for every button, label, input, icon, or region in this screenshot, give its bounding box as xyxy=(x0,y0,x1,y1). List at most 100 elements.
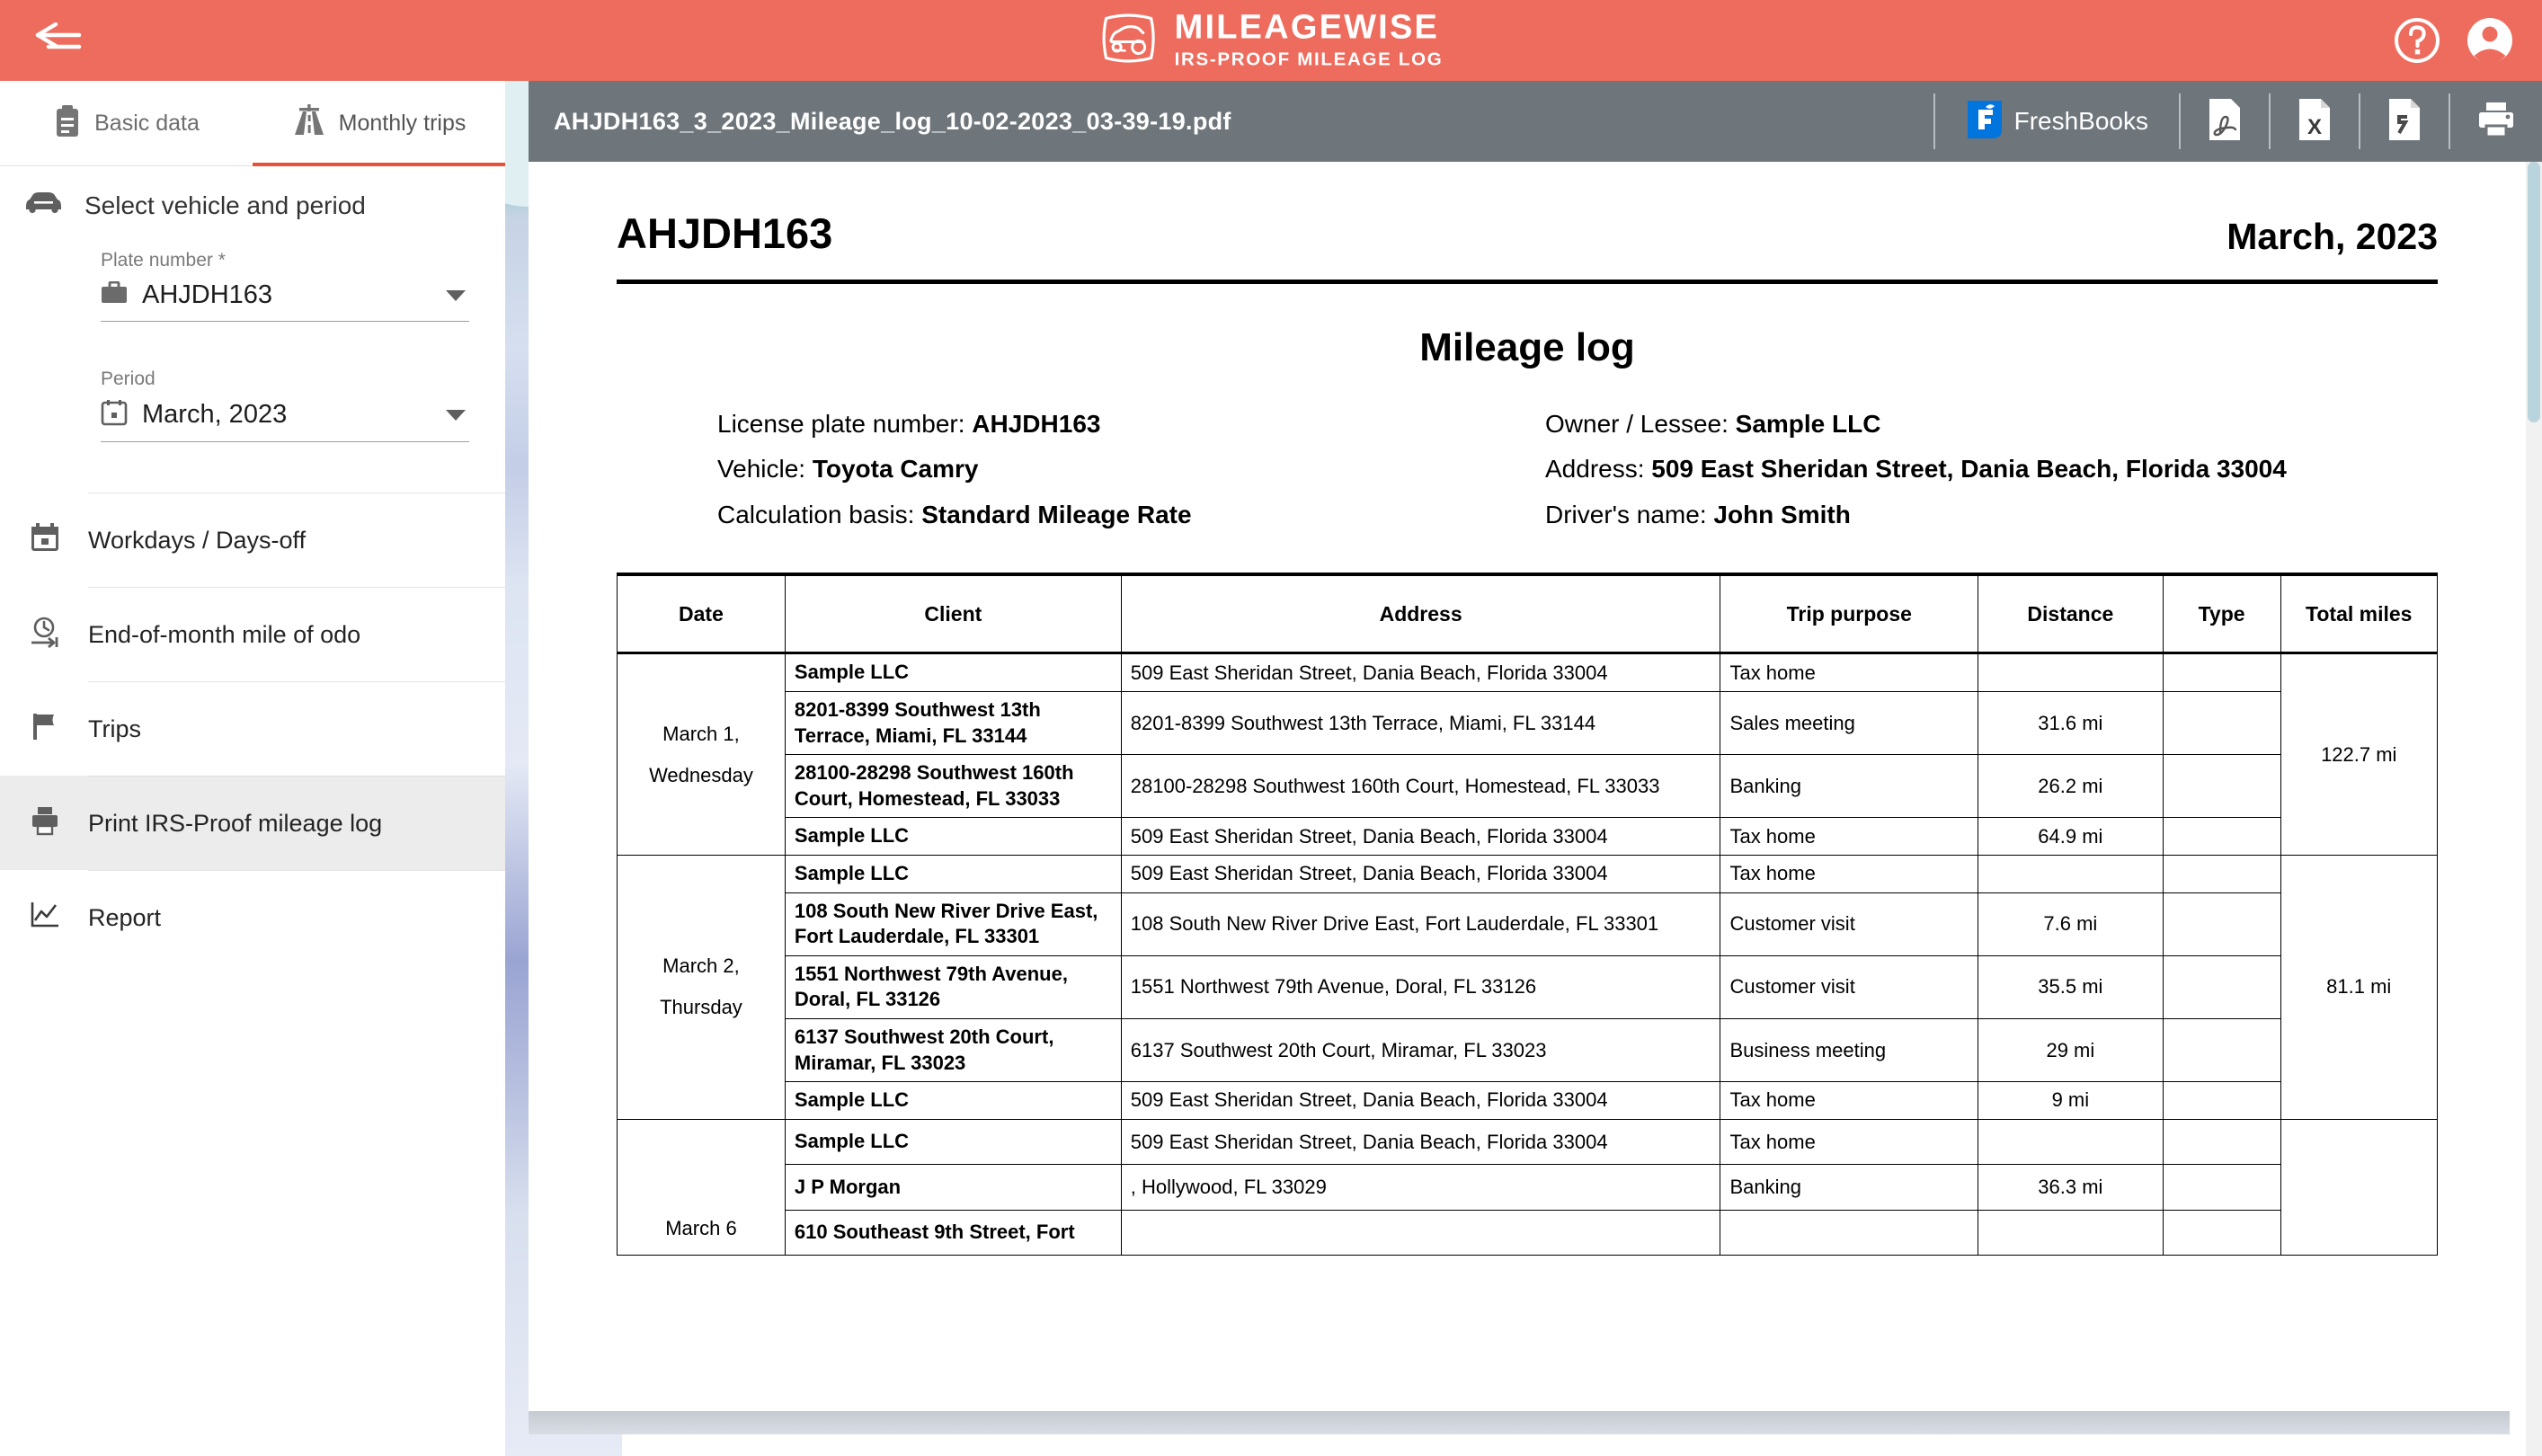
cell-type xyxy=(2162,754,2281,819)
period-field: Period March, 2023 xyxy=(101,360,469,442)
cell-purpose: Tax home xyxy=(1720,817,1979,856)
cell-total-miles: 122.7 mi xyxy=(2280,653,2439,856)
info-owner-label: Owner / Lessee: xyxy=(1545,410,1729,438)
sidebar-item-print-irs-proof-mileage-log[interactable]: Print IRS-Proof mileage log xyxy=(0,776,505,870)
cell-client: Sample LLC xyxy=(784,817,1122,856)
table-row: March 2, Thursday Sample LLC 509 East Sh… xyxy=(617,855,2439,1120)
document-info: License plate number: AHJDH163 Vehicle: … xyxy=(617,406,2438,542)
info-vehicle-value: Toyota Camry xyxy=(812,455,979,484)
cell-type xyxy=(2162,1118,2281,1166)
th-client: Client xyxy=(784,572,1122,655)
brand-subtitle: IRS-PROOF MILEAGE LOG xyxy=(1174,49,1444,70)
sidebar-item-end-of-month-odo[interactable]: End-of-month mile of odo xyxy=(0,587,505,681)
table-header-row: Date Client Address Trip purpose Distanc… xyxy=(617,572,2439,655)
date-line-2: Wednesday xyxy=(649,763,753,786)
flag-icon xyxy=(29,710,61,747)
sidebar-item-end-of-month-odo-label: End-of-month mile of odo xyxy=(88,587,505,681)
help-circle-icon[interactable] xyxy=(2393,16,2441,65)
table-row: 610 Southeast 9th Street, Fort xyxy=(618,1209,2438,1256)
cell-type xyxy=(2162,1164,2281,1211)
cell-total-miles: 81.1 mi xyxy=(2280,855,2439,1120)
chevron-down-icon xyxy=(446,289,466,301)
pdf-export-button[interactable] xyxy=(2179,93,2269,149)
table-row: March 6 Sample LLC 509 East Sheridan Str… xyxy=(617,1118,2439,1256)
th-type: Type xyxy=(2162,572,2281,655)
cell-distance xyxy=(1978,855,2164,893)
sidebar-tabs: Basic data Monthly trips xyxy=(0,81,505,166)
cell-client: Sample LLC xyxy=(784,855,1122,893)
cell-client: 610 Southeast 9th Street, Fort xyxy=(784,1209,1122,1256)
sidebar-item-trips-label: Trips xyxy=(88,681,505,776)
cell-client: J P Morgan xyxy=(784,1164,1122,1211)
cell-distance: 36.3 mi xyxy=(1978,1164,2164,1211)
table-row: Sample LLC 509 East Sheridan Street, Dan… xyxy=(618,817,2438,856)
cell-distance: 9 mi xyxy=(1978,1081,2164,1120)
back-arrow-icon[interactable] xyxy=(0,22,117,58)
plate-number-value: AHJDH163 xyxy=(142,280,273,309)
app-root: MILEAGEWISE IRS-PROOF MILEAGE LOG Basic … xyxy=(0,0,2542,1456)
tab-monthly-trips[interactable]: Monthly trips xyxy=(253,81,505,166)
sidebar-item-trips[interactable]: Trips xyxy=(0,681,505,776)
printer-icon xyxy=(29,804,61,841)
th-total-miles: Total miles xyxy=(2280,572,2439,655)
cell-address: 509 East Sheridan Street, Dania Beach, F… xyxy=(1120,1081,1721,1120)
cell-type xyxy=(2162,1017,2281,1083)
cell-distance: 31.6 mi xyxy=(1978,691,2164,756)
sidebar-menu: Workdays / Days-off End-of-month mile of… xyxy=(0,493,505,964)
account-circle-icon[interactable] xyxy=(2465,15,2515,66)
date-line-1: March 6 xyxy=(665,1217,737,1240)
highway-icon xyxy=(292,103,326,143)
cell-address: 509 East Sheridan Street, Dania Beach, F… xyxy=(1120,1118,1721,1166)
brand-logo: MILEAGEWISE IRS-PROOF MILEAGE LOG xyxy=(1099,9,1444,72)
pdf-toolbar-actions: FreshBooks X xyxy=(1933,81,2542,162)
table-row: Sample LLC 509 East Sheridan Street, Dan… xyxy=(618,1081,2438,1120)
pdf-toolbar: AHJDH163_3_2023_Mileage_log_10-02-2023_0… xyxy=(529,81,2542,162)
cell-purpose: Banking xyxy=(1720,754,1979,819)
info-owner-value: Sample LLC xyxy=(1735,410,1881,438)
date-line-1: March 1, xyxy=(662,722,740,745)
chart-line-icon xyxy=(29,899,61,936)
cell-purpose xyxy=(1720,1209,1979,1256)
cell-distance xyxy=(1978,1209,2164,1256)
info-address-value: 509 East Sheridan Street, Dania Beach, F… xyxy=(1651,455,2287,484)
calendar-icon xyxy=(101,399,128,431)
tab-basic-data[interactable]: Basic data xyxy=(0,81,253,165)
top-bar: MILEAGEWISE IRS-PROOF MILEAGE LOG xyxy=(0,0,2542,81)
car-icon xyxy=(23,190,63,221)
table-row: 1551 Northwest 79th Avenue, Doral, FL 33… xyxy=(618,954,2438,1019)
pdf-scrollbar-thumb[interactable] xyxy=(2528,162,2540,422)
cell-client: 6137 Southwest 20th Court, Miramar, FL 3… xyxy=(784,1017,1122,1083)
freshbooks-export-button[interactable]: FreshBooks xyxy=(1933,93,2179,149)
sidebar-item-print-label: Print IRS-Proof mileage log xyxy=(88,776,505,870)
cell-client: 28100-28298 Southwest 160th Court, Homes… xyxy=(784,754,1122,819)
file-export-button[interactable] xyxy=(2359,93,2449,149)
chevron-down-icon xyxy=(446,409,466,421)
pdf-scrollbar[interactable] xyxy=(2526,162,2542,1456)
table-row: J P Morgan , Hollywood, FL 33029 Banking… xyxy=(618,1164,2438,1211)
select-vehicle-title: Select vehicle and period xyxy=(84,191,366,219)
cell-type xyxy=(2162,817,2281,856)
info-address-label: Address: xyxy=(1545,455,1645,484)
cell-purpose: Tax home xyxy=(1720,1081,1979,1120)
excel-export-button[interactable]: X xyxy=(2269,93,2359,149)
pdf-filename: AHJDH163_3_2023_Mileage_log_10-02-2023_0… xyxy=(554,107,1231,135)
cell-type xyxy=(2162,691,2281,756)
cell-type xyxy=(2162,1209,2281,1256)
pdf-page: AHJDH163 March, 2023 Mileage log License… xyxy=(529,162,2526,1434)
info-address: Address: 509 East Sheridan Street, Dania… xyxy=(1545,451,2373,487)
cell-purpose: Tax home xyxy=(1720,1118,1979,1166)
cell-type xyxy=(2162,1081,2281,1120)
sidebar-item-report[interactable]: Report xyxy=(0,870,505,964)
document-info-right: Owner / Lessee: Sample LLC Address: 509 … xyxy=(1545,406,2373,542)
cell-address: 1551 Northwest 79th Avenue, Doral, FL 33… xyxy=(1120,954,1721,1019)
info-driver: Driver's name: John Smith xyxy=(1545,497,2373,533)
period-select[interactable]: March, 2023 xyxy=(101,399,469,442)
sidebar-item-workdays[interactable]: Workdays / Days-off xyxy=(0,493,505,587)
period-value: March, 2023 xyxy=(142,400,288,429)
date-line-2: Thursday xyxy=(660,996,742,1019)
cell-purpose: Tax home xyxy=(1720,855,1979,893)
info-license-plate-value: AHJDH163 xyxy=(972,410,1101,438)
print-button[interactable] xyxy=(2449,93,2542,149)
plate-number-select[interactable]: AHJDH163 xyxy=(101,280,469,322)
th-date: Date xyxy=(617,572,786,655)
